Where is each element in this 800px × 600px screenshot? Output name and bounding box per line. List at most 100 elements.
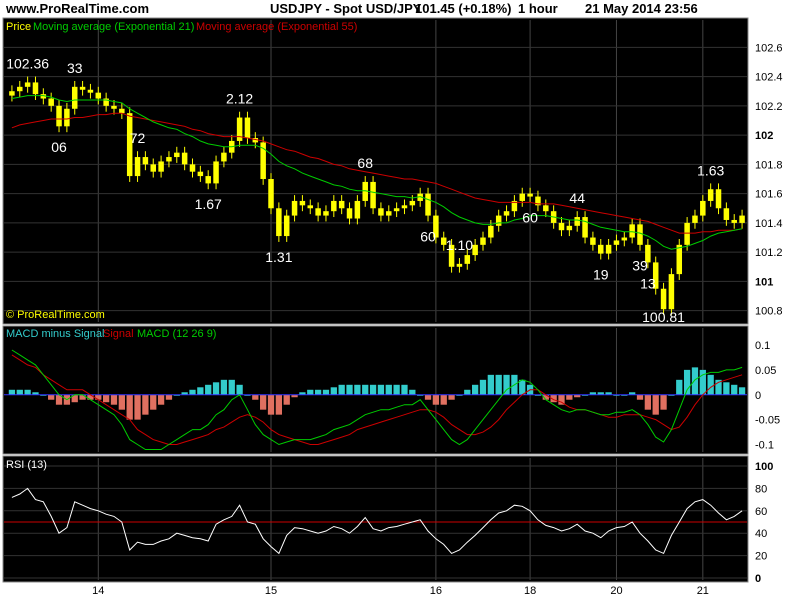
price-tick-label: 101.6	[755, 189, 783, 201]
candle-body	[700, 200, 706, 216]
candle-body	[48, 98, 54, 106]
candle-body	[488, 225, 494, 238]
legend-ema55: Moving average (Exponential 55)	[196, 21, 357, 33]
rsi-panel	[2, 455, 749, 583]
legend-macd-hist: MACD minus Signal	[6, 328, 104, 340]
macd-tick-label: 0.05	[755, 365, 776, 377]
candle-body	[181, 152, 188, 165]
candle-body	[566, 225, 573, 231]
candle-body	[723, 208, 730, 220]
candle-body	[495, 215, 502, 226]
candle-body	[331, 200, 337, 212]
price-tick-label: 101.2	[755, 247, 783, 259]
candle-body	[338, 200, 345, 209]
candle-body	[480, 237, 486, 245]
macd-hist-bar	[165, 394, 173, 400]
macd-hist-bar	[236, 384, 243, 395]
macd-hist-bar	[126, 394, 133, 420]
candle-body	[503, 211, 510, 216]
price-tick-label: 101.4	[755, 218, 783, 230]
macd-hist-bar	[691, 367, 699, 395]
candle-body	[354, 200, 361, 219]
macd-hist-bar	[644, 394, 652, 410]
price-annotation: 44	[569, 190, 585, 206]
macd-hist-bar	[283, 394, 290, 405]
timestamp: 21 May 2014 23:56	[585, 1, 698, 16]
candle-body	[111, 105, 117, 109]
candle-body	[613, 240, 620, 245]
macd-hist-bar	[385, 384, 392, 395]
candle-body	[32, 82, 39, 95]
rsi-tick-label: 80	[755, 483, 767, 495]
price-annotation: 39	[632, 258, 648, 274]
rsi-tick-label: 0	[755, 573, 761, 585]
candle-body	[621, 237, 628, 241]
price-annotation: 100.81	[642, 309, 685, 325]
macd-hist-bar	[699, 369, 706, 395]
candle-body	[386, 211, 392, 216]
macd-hist-bar	[424, 394, 432, 400]
copyright: © ProRealTime.com	[6, 309, 105, 321]
macd-hist-bar	[731, 384, 738, 395]
macd-hist-bar	[267, 394, 275, 415]
legend-rsi: RSI (13)	[6, 459, 47, 471]
candle-body	[692, 215, 698, 223]
macd-tick-label: -0.1	[755, 440, 774, 452]
price-tick-label: 102.2	[755, 101, 783, 113]
price-annotation: 1.63	[697, 162, 724, 178]
candle-body	[283, 215, 290, 237]
macd-hist-bar	[110, 394, 118, 405]
x-tick-label: 18	[524, 585, 536, 597]
candle-body	[472, 244, 478, 256]
candle-body	[590, 237, 596, 245]
x-tick-label: 20	[610, 585, 622, 597]
candle-body	[150, 164, 156, 172]
candle-body	[268, 179, 274, 209]
price-tick-label: 100.8	[755, 306, 783, 318]
candle-body	[24, 82, 31, 87]
price-annotation: 72	[130, 130, 146, 146]
x-tick-label: 14	[92, 585, 104, 597]
macd-hist-bar	[487, 374, 494, 395]
candle-body	[197, 171, 204, 177]
price-tick-label: 102.6	[755, 42, 783, 54]
candle-body	[605, 244, 612, 254]
candle-body	[158, 161, 164, 172]
macd-hist-bar	[95, 394, 102, 400]
price-annotation: 68	[357, 155, 373, 171]
macd-hist-bar	[338, 384, 345, 395]
rsi-tick-label: 20	[755, 551, 767, 563]
legend-macd-signal: Signal	[103, 328, 134, 340]
price-annotation: 33	[67, 60, 83, 76]
macd-hist-bar	[79, 394, 86, 400]
macd-hist-bar	[134, 394, 141, 420]
rsi-tick-label: 100	[755, 461, 773, 473]
macd-hist-bar	[260, 394, 267, 410]
rsi-tick-label: 40	[755, 528, 767, 540]
candle-body	[456, 263, 463, 267]
macd-hist-bar	[652, 394, 659, 415]
price-tick-label: 101	[755, 276, 773, 288]
macd-hist-bar	[48, 394, 55, 400]
candle-body	[166, 157, 172, 162]
macd-hist-bar	[377, 384, 385, 395]
x-tick-label: 15	[265, 585, 277, 597]
candle-body	[543, 205, 549, 212]
legend-ema21: Moving average (Exponential 21)	[33, 21, 194, 33]
legend-macd-line: MACD (12 26 9)	[137, 328, 216, 340]
x-tick-label: 16	[430, 585, 442, 597]
price-annotation: 102.36	[6, 56, 49, 72]
rsi-tick-label: 60	[755, 506, 767, 518]
x-tick-label: 21	[697, 585, 709, 597]
price-annotation: 60	[522, 209, 538, 225]
macd-hist-bar	[102, 394, 110, 403]
candle-body	[79, 86, 86, 90]
candle-body	[598, 244, 604, 254]
macd-hist-bar	[464, 389, 471, 395]
macd-hist-bar	[440, 394, 447, 405]
candle-body	[582, 217, 588, 238]
macd-hist-bar	[369, 384, 377, 395]
macd-hist-bar	[220, 379, 228, 395]
macd-hist-bar	[205, 384, 212, 395]
candle-body	[346, 208, 353, 219]
